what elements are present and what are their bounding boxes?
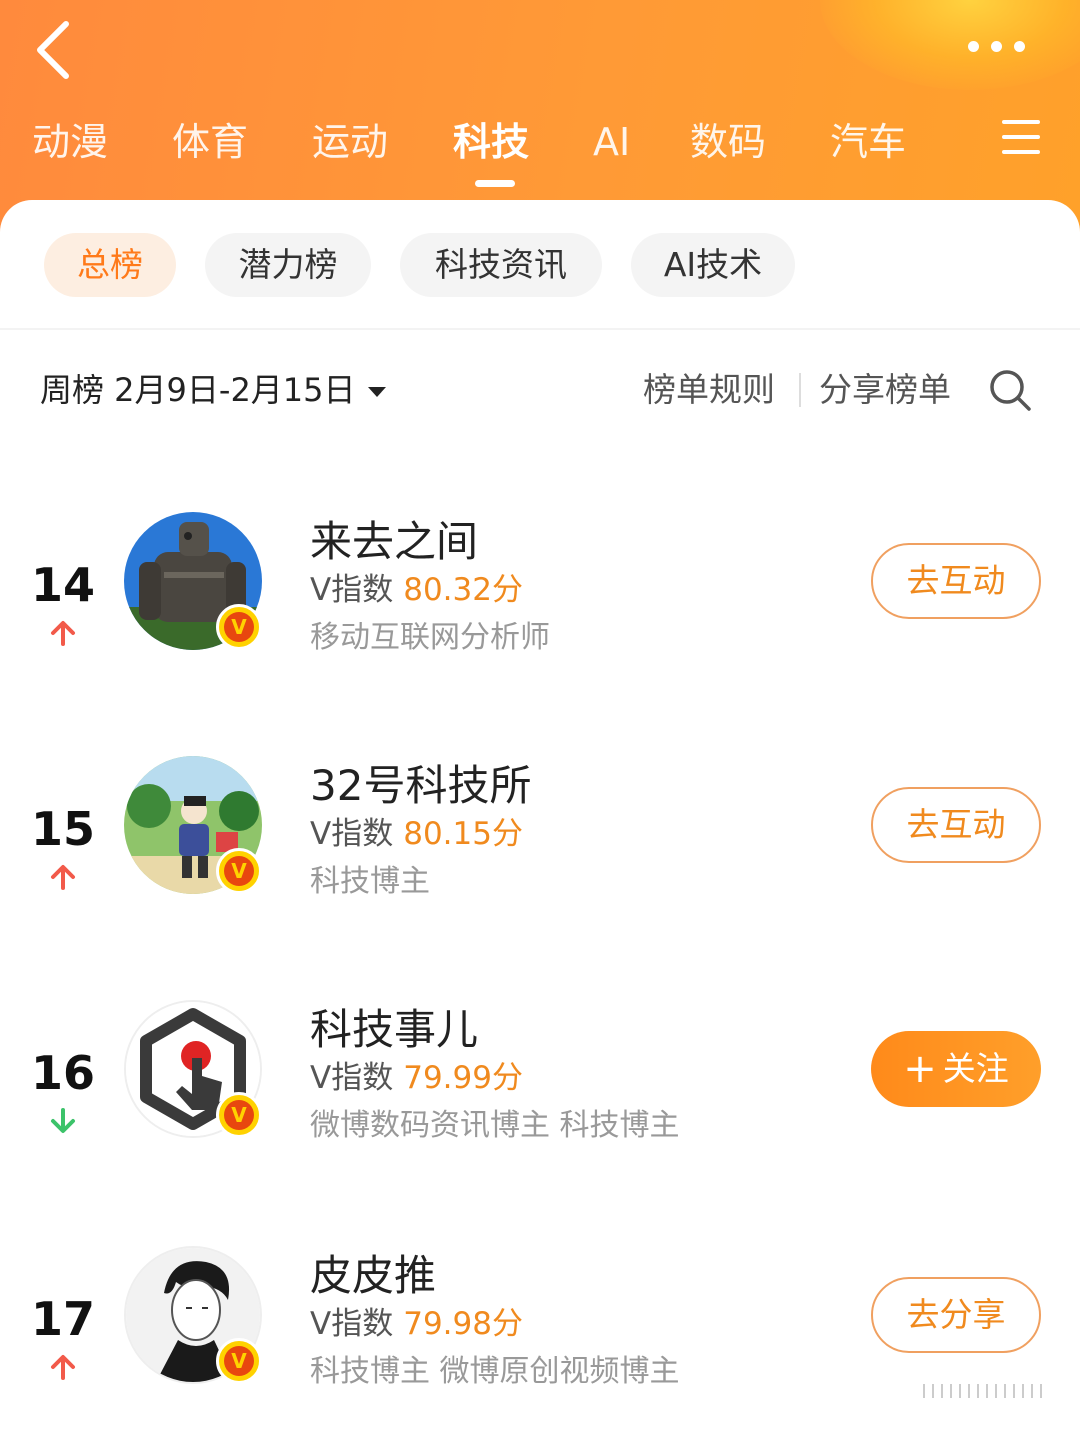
user-description: 微博数码资讯博主 科技博主 bbox=[310, 1108, 680, 1143]
user-description: 移动互联网分析师 bbox=[310, 620, 550, 655]
rank-number: 17 bbox=[30, 1292, 95, 1346]
trend-up-icon bbox=[51, 1355, 75, 1380]
v-index: V指数 80.15分 bbox=[310, 816, 523, 852]
list-item: 17 V 皮皮推 V指数 79.98分 科技博主 微博原创视频博主 去分享 bbox=[0, 1246, 1080, 1446]
rank-number: 15 bbox=[30, 802, 95, 856]
user-description: 科技博主 bbox=[310, 864, 430, 899]
header-glow bbox=[820, 0, 1080, 90]
verified-badge-icon: V bbox=[216, 848, 262, 894]
list-item: 14 V 来去之间 V指数 80.32分 移动互联网分析师 去互动 bbox=[0, 512, 1080, 712]
chip-tech-news[interactable]: 科技资讯 bbox=[400, 233, 602, 297]
search-icon[interactable] bbox=[988, 368, 1032, 412]
interact-button[interactable]: 去互动 bbox=[871, 543, 1041, 619]
rank-number: 14 bbox=[30, 558, 95, 612]
chip-potential[interactable]: 潜力榜 bbox=[205, 233, 371, 297]
verified-badge-icon: V bbox=[216, 1338, 262, 1384]
trend-up-icon bbox=[51, 865, 75, 890]
chip-overall[interactable]: 总榜 bbox=[44, 233, 176, 297]
follow-button[interactable]: + 关注 bbox=[871, 1031, 1041, 1107]
tab-tech[interactable]: 科技 bbox=[453, 112, 529, 172]
tab-exercise[interactable]: 运动 bbox=[312, 112, 388, 172]
chip-ai-tech[interactable]: AI技术 bbox=[631, 233, 795, 297]
tab-ai[interactable]: AI bbox=[593, 112, 630, 172]
user-name[interactable]: 科技事儿 bbox=[310, 996, 478, 1057]
user-name[interactable]: 32号科技所 bbox=[310, 752, 531, 813]
v-index: V指数 79.98分 bbox=[310, 1306, 523, 1342]
tab-auto[interactable]: 汽车 bbox=[830, 112, 906, 172]
page-indicator bbox=[923, 1384, 1053, 1398]
tab-sports[interactable]: 体育 bbox=[172, 112, 248, 172]
v-index: V指数 80.32分 bbox=[310, 572, 523, 608]
rank-number: 16 bbox=[30, 1046, 95, 1100]
active-tab-indicator bbox=[475, 180, 515, 187]
verified-badge-icon: V bbox=[216, 1092, 262, 1138]
plus-icon: + bbox=[903, 1046, 937, 1092]
separator bbox=[799, 373, 801, 407]
interact-button[interactable]: 去互动 bbox=[871, 787, 1041, 863]
user-name[interactable]: 来去之间 bbox=[310, 508, 478, 569]
v-index: V指数 79.99分 bbox=[310, 1060, 523, 1096]
more-options-icon[interactable] bbox=[962, 32, 1040, 62]
trend-up-icon bbox=[51, 621, 75, 646]
list-item: 15 V 32号科技所 V指数 80.15分 科技博主 去互动 bbox=[0, 756, 1080, 956]
user-description: 科技博主 微博原创视频博主 bbox=[310, 1354, 680, 1389]
divider bbox=[0, 328, 1080, 330]
list-item: 16 V 科技事儿 V指数 79.99分 微博数码资讯博主 科技博主 + 关注 bbox=[0, 1000, 1080, 1200]
share-list-link[interactable]: 分享榜单 bbox=[819, 362, 951, 418]
verified-badge-icon: V bbox=[216, 604, 262, 650]
period-selector[interactable]: 周榜 2月9日-2月15日 bbox=[40, 362, 386, 418]
share-button[interactable]: 去分享 bbox=[871, 1277, 1041, 1353]
period-label: 周榜 2月9日-2月15日 bbox=[40, 371, 356, 409]
caret-down-icon bbox=[367, 387, 386, 397]
tab-menu-icon[interactable] bbox=[1002, 120, 1048, 166]
user-name[interactable]: 皮皮推 bbox=[310, 1242, 436, 1303]
trend-down-icon bbox=[51, 1108, 75, 1133]
rules-link[interactable]: 榜单规则 bbox=[643, 362, 775, 418]
tab-anime[interactable]: 动漫 bbox=[32, 112, 108, 172]
tab-digital[interactable]: 数码 bbox=[690, 112, 766, 172]
back-arrow-icon[interactable] bbox=[30, 18, 80, 82]
